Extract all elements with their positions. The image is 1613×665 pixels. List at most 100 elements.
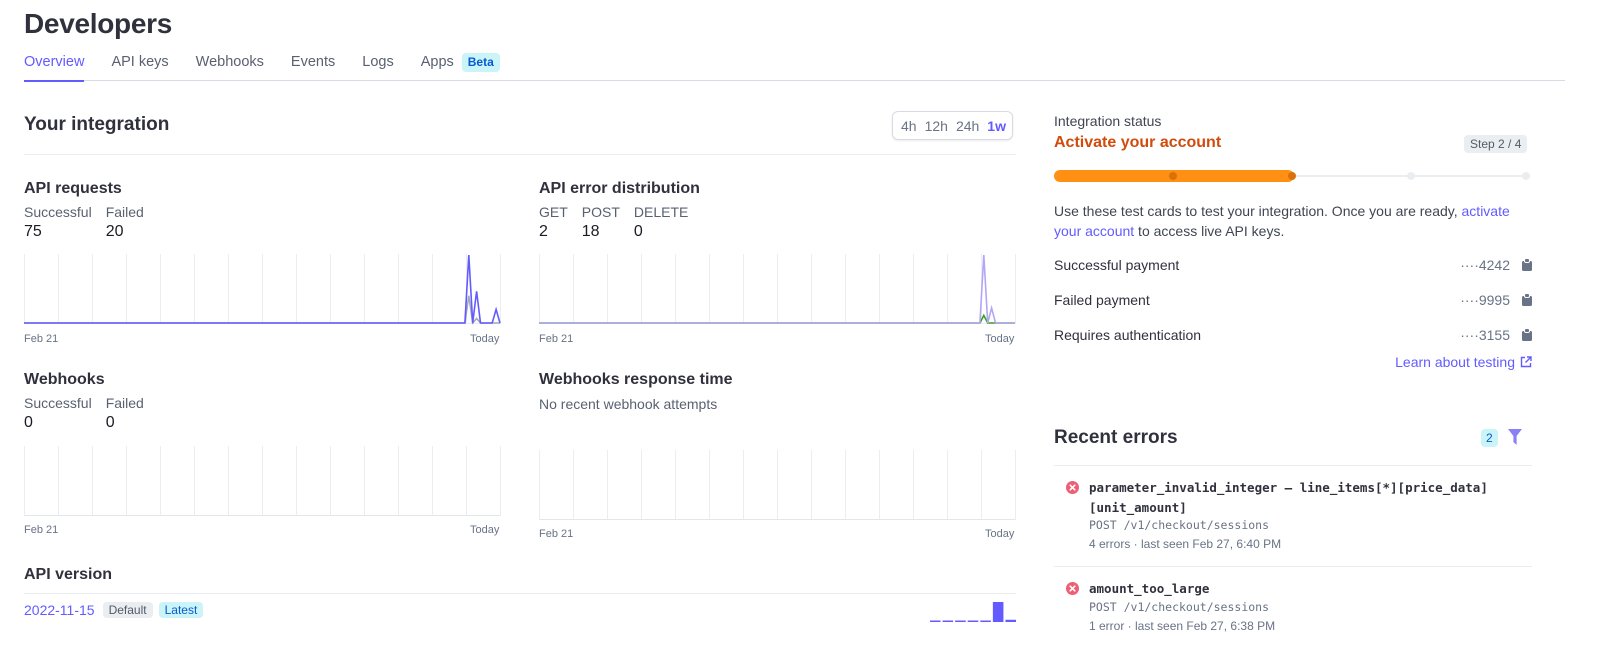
stat-value: 0 <box>24 414 33 431</box>
test-card-label: Successful payment <box>1054 257 1180 273</box>
sparkline-bar <box>930 620 941 622</box>
divider <box>24 593 1016 594</box>
range-24h-button[interactable]: 24h <box>956 118 979 134</box>
test-card-label: Failed payment <box>1054 292 1150 308</box>
section-title-your-integration: Your integration <box>24 114 170 135</box>
filter-icon[interactable] <box>1508 429 1522 445</box>
api-version-link[interactable]: 2022-11-15 <box>24 602 95 618</box>
error-endpoint: POST /v1/checkout/sessions <box>1089 599 1270 614</box>
x-axis-end-label: Today <box>470 333 500 345</box>
api-version-title: API version <box>24 566 113 583</box>
tab-api-keys[interactable]: API keys <box>111 52 168 81</box>
page-title: Developers <box>24 8 172 39</box>
webhooks-chart[interactable] <box>24 446 501 516</box>
stat-label: DELETE <box>633 204 689 220</box>
divider <box>1054 566 1532 567</box>
error-meta: 4 errors · last seen Feb 27, 6:40 PM <box>1089 537 1282 551</box>
external-link-icon <box>1520 356 1532 368</box>
test-card-row: Requires authentication ····3155 <box>1054 325 1532 345</box>
x-axis-start-label: Feb 21 <box>539 528 574 540</box>
x-axis-start-label: Feb 21 <box>24 524 59 536</box>
stat-label: Successful <box>24 204 92 220</box>
test-card-row: Successful payment ····4242 <box>1054 255 1532 275</box>
error-x-circle-icon <box>1066 582 1079 595</box>
range-4h-button[interactable]: 4h <box>901 118 917 134</box>
webhooks-response-time-card: Webhooks response time No recent webhook… <box>539 371 733 412</box>
stat-failed: Failed 0 <box>106 395 144 432</box>
stat-value: 18 <box>581 223 600 240</box>
error-list-item[interactable]: parameter_invalid_integer – line_items[*… <box>1066 478 1532 551</box>
chart-title: Webhooks <box>24 371 105 388</box>
divider <box>1054 465 1532 466</box>
stat-value: 2 <box>539 223 548 240</box>
sparkline-bar <box>942 620 954 622</box>
copy-clipboard-icon[interactable] <box>1522 329 1532 341</box>
description-text: Use these test cards to test your integr… <box>1054 203 1462 219</box>
sparkline-bar <box>992 602 1004 622</box>
tab-label: Overview <box>24 54 85 70</box>
error-x-circle-icon <box>1066 481 1079 494</box>
tab-events[interactable]: Events <box>291 52 335 81</box>
error-code: amount_too_large <box>1089 581 1210 596</box>
sparkline-bar <box>980 620 991 622</box>
chart-title: API requests <box>24 180 122 197</box>
error-list-item[interactable]: amount_too_large POST /v1/checkout/sessi… <box>1066 579 1532 633</box>
tab-bar: Overview API keys Webhooks Events Logs A… <box>24 52 1565 82</box>
stat-value: 20 <box>105 223 124 240</box>
error-meta: 1 error · last seen Feb 27, 6:38 PM <box>1089 618 1276 633</box>
integration-progress-bar <box>1054 170 1530 182</box>
stat-post: POST 18 <box>582 204 620 241</box>
tab-logs[interactable]: Logs <box>362 52 393 81</box>
beta-badge: Beta <box>461 53 500 72</box>
sparkline-bar <box>955 620 966 622</box>
test-card-row: Failed payment ····9995 <box>1054 290 1532 310</box>
error-code: parameter_invalid_integer – line_items[*… <box>1089 480 1488 515</box>
test-card-number: ····4242 <box>1460 257 1510 273</box>
time-range-selector: 4h 12h 24h 1w <box>892 111 1013 140</box>
progress-step-dot <box>1522 172 1530 180</box>
api-error-distribution-chart[interactable] <box>539 254 1016 324</box>
tab-label: API keys <box>111 54 169 70</box>
tab-webhooks[interactable]: Webhooks <box>196 52 264 81</box>
api-requests-chart[interactable] <box>24 254 501 325</box>
stat-delete: DELETE 0 <box>634 204 688 241</box>
integration-status-title: Activate your account <box>1054 134 1222 151</box>
webhooks-response-time-chart[interactable] <box>539 450 1016 520</box>
learn-about-testing-link[interactable]: Learn about testing <box>1395 354 1532 370</box>
error-endpoint: POST /v1/checkout/sessions <box>1089 518 1270 532</box>
copy-clipboard-icon[interactable] <box>1522 259 1532 271</box>
recent-errors-title: Recent errors <box>1054 427 1178 448</box>
range-12h-button[interactable]: 12h <box>925 118 948 134</box>
progress-step-dot <box>1288 172 1296 180</box>
stat-label: Failed <box>105 204 144 220</box>
stat-value: 75 <box>24 223 42 240</box>
test-card-number: ····3155 <box>1460 327 1510 343</box>
x-axis-end-label: Today <box>470 524 500 536</box>
stat-get: GET 2 <box>539 204 568 241</box>
stat-value: 0 <box>633 223 643 240</box>
range-1w-button[interactable]: 1w <box>987 118 1006 134</box>
chart-title: API error distribution <box>539 180 700 197</box>
stat-failed: Failed 20 <box>106 204 144 241</box>
latest-badge: Latest <box>158 602 204 618</box>
empty-state-message: No recent webhook attempts <box>539 396 718 412</box>
api-version-usage-sparkline <box>930 602 1016 622</box>
progress-step-dot <box>1407 172 1415 180</box>
x-axis-end-label: Today <box>985 528 1015 540</box>
sparkline-bar <box>1005 619 1016 622</box>
tab-label: Webhooks <box>195 54 264 70</box>
tab-label: Events <box>290 54 336 70</box>
copy-clipboard-icon[interactable] <box>1522 294 1532 306</box>
tab-apps[interactable]: Apps Beta <box>421 52 500 81</box>
stat-label: GET <box>539 204 568 220</box>
api-version-row: 2022-11-15 Default Latest <box>24 602 204 618</box>
api-error-distribution-card: API error distribution GET 2 POST 18 DEL… <box>539 180 702 241</box>
tab-overview[interactable]: Overview <box>24 52 85 82</box>
step-badge: Step 2 / 4 <box>1464 135 1528 153</box>
chart-title: Webhooks response time <box>539 371 733 388</box>
stat-label: Successful <box>24 395 92 411</box>
description-text: to access live API keys. <box>1134 222 1285 239</box>
webhooks-card: Webhooks Successful 0 Failed 0 <box>24 371 158 432</box>
stat-label: POST <box>581 204 620 220</box>
default-badge: Default <box>102 602 153 618</box>
